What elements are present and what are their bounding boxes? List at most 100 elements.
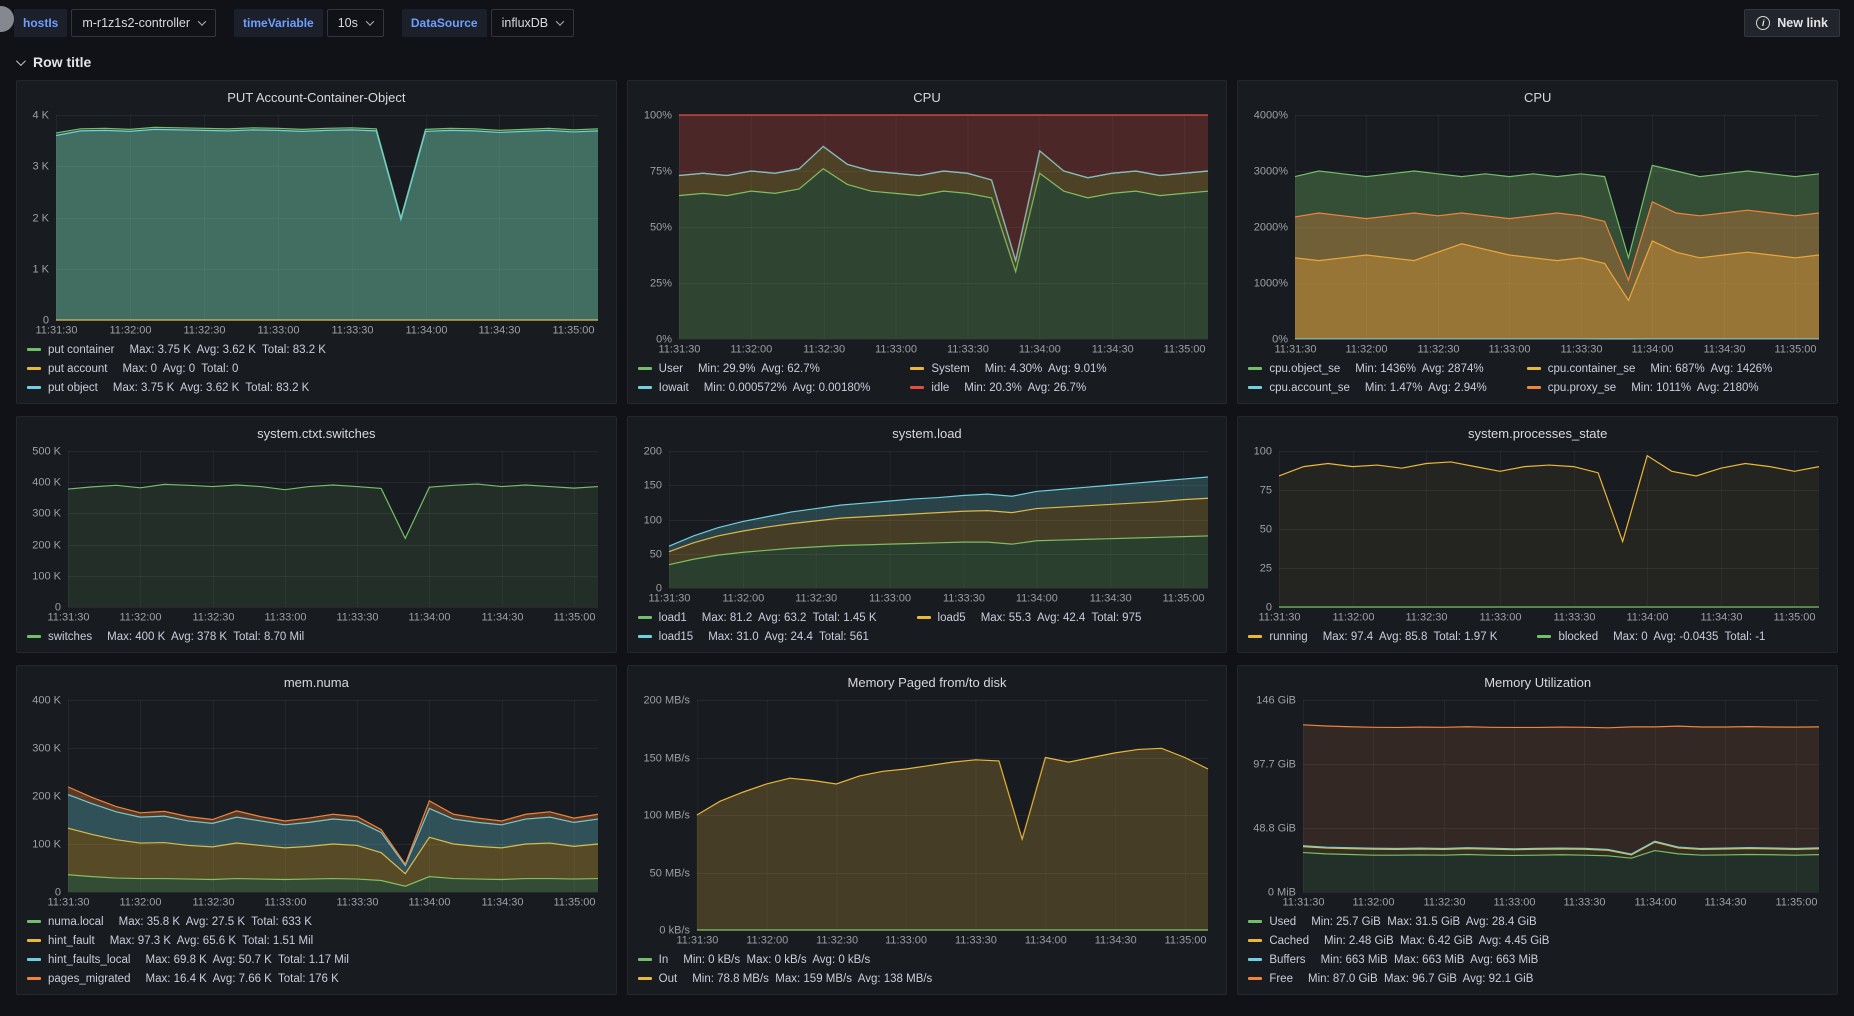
legend-item-load15[interactable]: load15 Max: 31.0 Avg: 24.4 Total: 561: [637, 628, 877, 645]
series-stats: Max: 3.75 K Avg: 3.62 K Total: 83.2 K: [129, 343, 326, 356]
legend-item-load5[interactable]: load5 Max: 55.3 Avg: 42.4 Total: 975: [916, 609, 1141, 626]
panel-title[interactable]: system.processes_state: [1248, 422, 1827, 445]
panel-system-ctxt-switches: system.ctxt.switches switches Max: 400 K …: [16, 416, 617, 653]
series-stats: Min: 29.9% Avg: 62.7%: [697, 362, 820, 375]
series-name: pages_migrated: [48, 972, 131, 985]
row-collapse-toggle[interactable]: Row title: [0, 46, 1854, 80]
legend-item-user[interactable]: User Min: 29.9% Avg: 62.7%: [637, 360, 871, 377]
legend-item-hint-fault[interactable]: hint_fault Max: 97.3 K Avg: 65.6 K Total:…: [27, 932, 606, 949]
series-color-dash-icon: [1537, 635, 1552, 638]
legend-item-iowait[interactable]: Iowait Min: 0.000572% Avg: 0.00180%: [637, 379, 871, 396]
series-stats: Min: 20.3% Avg: 26.7%: [964, 381, 1087, 394]
series-stats: Max: 0 Avg: -0.0435 Total: -1: [1613, 630, 1766, 643]
legend-item-put-account[interactable]: put account Max: 0 Avg: 0 Total: 0: [27, 360, 606, 377]
panel-title[interactable]: PUT Account-Container-Object: [27, 86, 606, 109]
series-name: numa.local: [48, 915, 104, 928]
panel-title[interactable]: Memory Utilization: [1248, 671, 1827, 694]
chart-plot-area[interactable]: [27, 694, 606, 910]
series-name: blocked: [1558, 630, 1599, 643]
series-color-dash-icon: [1248, 920, 1263, 923]
series-stats: Min: 0.000572% Avg: 0.00180%: [703, 381, 871, 394]
variable-value-dropdown[interactable]: influxDB: [490, 9, 575, 37]
legend-item-cpu-proxy-se[interactable]: cpu.proxy_se Min: 1011% Avg: 2180%: [1526, 379, 1773, 396]
legend-item-blocked[interactable]: blocked Max: 0 Avg: -0.0435 Total: -1: [1537, 628, 1765, 645]
legend: running Max: 97.4 Avg: 85.8 Total: 1.97 K…: [1248, 625, 1827, 645]
legend-item-running[interactable]: running Max: 97.4 Avg: 85.8 Total: 1.97 K: [1248, 628, 1497, 645]
chart-plot-area[interactable]: [1248, 445, 1827, 625]
chevron-down-icon: [197, 17, 207, 26]
series-stats: Max: 0 Avg: 0 Total: 0: [122, 362, 239, 375]
series-stats: Max: 35.8 K Avg: 27.5 K Total: 633 K: [118, 915, 312, 928]
legend-item-cpu-account-se[interactable]: cpu.account_se Min: 1.47% Avg: 2.94%: [1248, 379, 1487, 396]
series-color-dash-icon: [637, 958, 652, 961]
chart-plot-area[interactable]: [637, 445, 1217, 606]
legend-item-buffers[interactable]: Buffers Min: 663 MiB Max: 663 MiB Avg: 66…: [1248, 951, 1827, 968]
legend-item-cpu-container-se[interactable]: cpu.container_se Min: 687% Avg: 1426%: [1526, 360, 1772, 377]
legend-item-used[interactable]: Used Min: 25.7 GiB Max: 31.5 GiB Avg: 28.…: [1248, 913, 1827, 930]
legend-item-load1[interactable]: load1 Max: 81.2 Avg: 63.2 Total: 1.45 K: [637, 609, 877, 626]
panel-memory-utilization: Memory Utilization Used Min: 25.7 GiB Max…: [1237, 665, 1838, 995]
panel-mem-numa: mem.numa numa.local Max: 35.8 K Avg: 27.5…: [16, 665, 617, 995]
series-color-dash-icon: [1526, 386, 1541, 389]
chart-plot-area[interactable]: [27, 109, 606, 338]
series-color-dash-icon: [27, 348, 41, 351]
panel-title[interactable]: CPU: [638, 86, 1217, 109]
series-name: Used: [1269, 915, 1297, 928]
new-link-label: New link: [1777, 16, 1828, 30]
variable-value-dropdown[interactable]: m-r1z1s2-controller: [71, 9, 217, 37]
chart-plot-area[interactable]: [27, 445, 606, 625]
series-name: Free: [1269, 972, 1293, 985]
series-name: switches: [48, 630, 93, 643]
series-stats: Max: 31.0 Avg: 24.4 Total: 561: [708, 630, 869, 643]
legend-item-numa-local[interactable]: numa.local Max: 35.8 K Avg: 27.5 K Total:…: [27, 913, 606, 930]
panel-title[interactable]: Memory Paged from/to disk: [638, 671, 1217, 694]
panel-title[interactable]: CPU: [1248, 86, 1827, 109]
legend: switches Max: 400 K Avg: 378 K Total: 8.7…: [27, 625, 606, 645]
series-name: Buffers: [1269, 953, 1306, 966]
variable-timevariable: timeVariable 10s: [234, 9, 384, 37]
variable-value-text: m-r1z1s2-controller: [82, 16, 191, 30]
chart-plot-area[interactable]: [637, 109, 1217, 357]
legend-item-cpu-object-se[interactable]: cpu.object_se Min: 1436% Avg: 2874%: [1248, 360, 1486, 377]
series-color-dash-icon: [1248, 635, 1263, 638]
legend-item-idle[interactable]: idle Min: 20.3% Avg: 26.7%: [910, 379, 1106, 396]
legend-item-system[interactable]: System Min: 4.30% Avg: 9.01%: [910, 360, 1107, 377]
legend-item-put-container[interactable]: put container Max: 3.75 K Avg: 3.62 K Tot…: [27, 341, 606, 358]
series-color-dash-icon: [1248, 386, 1263, 389]
series-name: User: [658, 362, 683, 375]
panel-title[interactable]: system.ctxt.switches: [27, 422, 606, 445]
legend: cpu.object_se Min: 1436% Avg: 2874% cpu.co…: [1248, 357, 1827, 396]
series-stats: Min: 1436% Avg: 2874%: [1355, 362, 1484, 375]
variable-value-text: 10s: [337, 16, 358, 30]
chart-plot-area[interactable]: [637, 694, 1217, 948]
series-name: In: [658, 953, 669, 966]
chevron-down-icon: [15, 55, 26, 66]
chart-canvas: [1248, 109, 1827, 357]
series-color-dash-icon: [1526, 367, 1541, 370]
variable-value-dropdown[interactable]: 10s: [326, 9, 384, 37]
series-stats: Min: 25.7 GiB Max: 31.5 GiB Avg: 28.4 Gi…: [1311, 915, 1537, 928]
legend-item-out[interactable]: Out Min: 78.8 MB/s Max: 159 MB/s Avg: 138…: [637, 970, 1217, 987]
legend-item-free[interactable]: Free Min: 87.0 GiB Max: 96.7 GiB Avg: 92.…: [1248, 970, 1827, 987]
legend-item-cached[interactable]: Cached Min: 2.48 GiB Max: 6.42 GiB Avg: 4…: [1248, 932, 1827, 949]
chart-plot-area[interactable]: [1248, 109, 1827, 357]
series-name: Cached: [1269, 934, 1309, 947]
floating-circle-button[interactable]: [0, 6, 14, 32]
new-link-button[interactable]: New link: [1744, 9, 1840, 37]
legend-item-switches[interactable]: switches Max: 400 K Avg: 378 K Total: 8.7…: [27, 628, 606, 645]
chart-canvas: [637, 694, 1217, 948]
series-name: cpu.account_se: [1269, 381, 1350, 394]
series-stats: Max: 97.4 Avg: 85.8 Total: 1.97 K: [1322, 630, 1498, 643]
variable-datasource: DataSource influxDB: [401, 9, 575, 37]
panel-title[interactable]: system.load: [638, 422, 1217, 445]
series-name: hint_faults_local: [48, 953, 131, 966]
chart-plot-area[interactable]: [1248, 694, 1827, 910]
legend-item-hint-faults-local[interactable]: hint_faults_local Max: 69.8 K Avg: 50.7 K…: [27, 951, 606, 968]
legend-item-in[interactable]: In Min: 0 kB/s Max: 0 kB/s Avg: 0 kB/s: [637, 951, 1217, 968]
panel-title[interactable]: mem.numa: [27, 671, 606, 694]
series-stats: Min: 1011% Avg: 2180%: [1631, 381, 1759, 394]
series-name: hint_fault: [48, 934, 95, 947]
legend-item-pages-migrated[interactable]: pages_migrated Max: 16.4 K Avg: 7.66 K To…: [27, 970, 606, 987]
series-color-dash-icon: [27, 977, 41, 980]
legend-item-put-object[interactable]: put object Max: 3.75 K Avg: 3.62 K Total:…: [27, 379, 606, 396]
